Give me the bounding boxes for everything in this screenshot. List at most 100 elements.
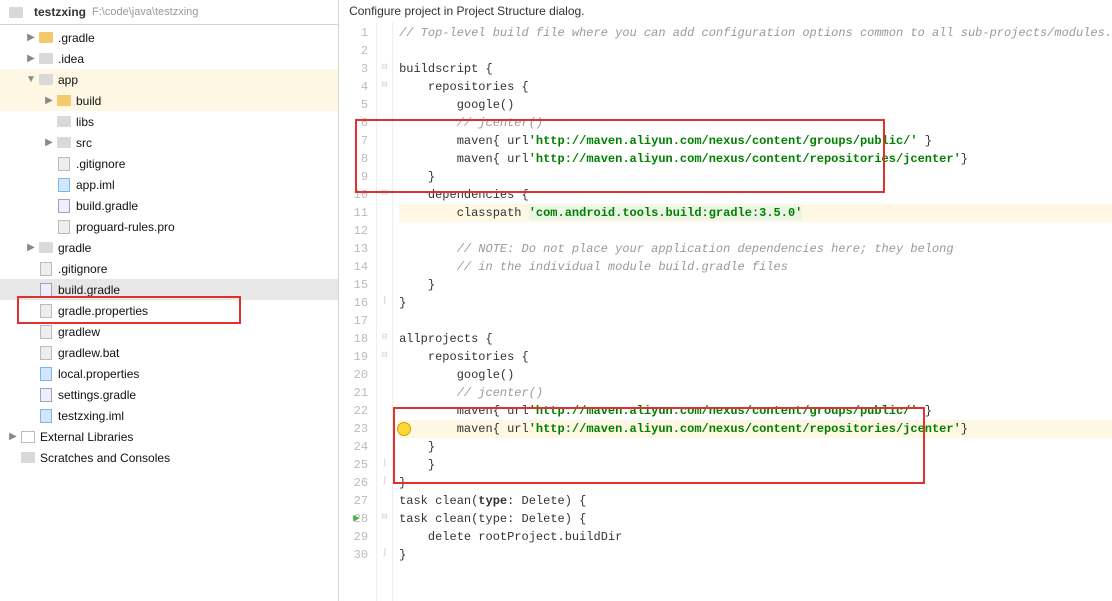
- tree-label: app.iml: [76, 178, 115, 192]
- tree-item[interactable]: ▶gradlew: [0, 321, 338, 342]
- code-line[interactable]: [399, 42, 1112, 60]
- tree-item[interactable]: ▶build: [0, 90, 338, 111]
- tree-item[interactable]: ▶build.gradle: [0, 279, 338, 300]
- chevron-right-icon[interactable]: ▶: [42, 137, 56, 148]
- code-line[interactable]: buildscript {: [399, 60, 1112, 78]
- tree-item[interactable]: ▶gradle.properties: [0, 300, 338, 321]
- tree-item[interactable]: ▶app.iml: [0, 174, 338, 195]
- sidebar-header: testzxing F:\code\java\testzxing: [0, 0, 338, 25]
- fold-marker[interactable]: ⌋: [377, 454, 392, 472]
- folder-icon: [8, 4, 24, 20]
- config-banner[interactable]: Configure project in Project Structure d…: [339, 0, 1112, 22]
- chevron-right-icon[interactable]: ▶: [24, 242, 38, 253]
- code-line[interactable]: maven{ url'http://maven.aliyun.com/nexus…: [399, 402, 1112, 420]
- code-line[interactable]: task clean(type: Delete) {: [399, 510, 1112, 528]
- tree-item[interactable]: ▶build.gradle: [0, 195, 338, 216]
- fold-marker[interactable]: ⌋: [377, 544, 392, 562]
- code-line[interactable]: // NOTE: Do not place your application d…: [399, 240, 1112, 258]
- code-line[interactable]: // Top-level build file where you can ad…: [399, 24, 1112, 42]
- fold-marker[interactable]: ⊟: [377, 76, 392, 94]
- fold-marker: [377, 418, 392, 436]
- library-icon: [20, 450, 36, 466]
- fold-marker[interactable]: ⊟: [377, 58, 392, 76]
- tree-item[interactable]: ▶src: [0, 132, 338, 153]
- code-line[interactable]: }: [399, 438, 1112, 456]
- code-line[interactable]: delete rootProject.buildDir: [399, 528, 1112, 546]
- fold-column[interactable]: ⊟⊟⊟⌋⊟⊟⌋⌋⊟⌋: [377, 22, 393, 601]
- fold-marker[interactable]: ⊟: [377, 328, 392, 346]
- code-line[interactable]: // jcenter(): [399, 114, 1112, 132]
- file-icon: [38, 303, 54, 319]
- tree-label: Scratches and Consoles: [40, 451, 170, 465]
- tree-label: .gitignore: [58, 262, 107, 276]
- chevron-down-icon[interactable]: ▼: [24, 74, 38, 85]
- code-line[interactable]: dependencies {: [399, 186, 1112, 204]
- code-line[interactable]: // jcenter(): [399, 384, 1112, 402]
- code-line[interactable]: maven{ url'http://maven.aliyun.com/nexus…: [399, 420, 1112, 438]
- tree-item[interactable]: ▼app: [0, 69, 338, 90]
- tree-item[interactable]: ▶local.properties: [0, 363, 338, 384]
- line-number: 17: [339, 312, 368, 330]
- tree-item[interactable]: ▶gradlew.bat: [0, 342, 338, 363]
- code-editor[interactable]: 1234567891011121314151617181920212223242…: [339, 22, 1112, 601]
- code-line[interactable]: repositories {: [399, 348, 1112, 366]
- chevron-right-icon[interactable]: ▶: [24, 53, 38, 64]
- code-line[interactable]: }: [399, 276, 1112, 294]
- code-line[interactable]: }: [399, 168, 1112, 186]
- code-line[interactable]: task clean(type: Delete) {: [399, 492, 1112, 510]
- tree-label: libs: [76, 115, 94, 129]
- code-line[interactable]: google(): [399, 96, 1112, 114]
- fold-marker: [377, 526, 392, 544]
- tree-item[interactable]: ▶.gradle: [0, 27, 338, 48]
- code-line[interactable]: google(): [399, 366, 1112, 384]
- line-number: 6: [339, 114, 368, 132]
- project-tree[interactable]: ▶.gradle▶.idea▼app▶build▶libs▶src▶.gitig…: [0, 25, 338, 601]
- fold-marker[interactable]: ⌋: [377, 472, 392, 490]
- code-line[interactable]: }: [399, 456, 1112, 474]
- code-line[interactable]: allprojects {: [399, 330, 1112, 348]
- code-line[interactable]: }: [399, 294, 1112, 312]
- line-number: 4: [339, 78, 368, 96]
- tree-item[interactable]: ▶proguard-rules.pro: [0, 216, 338, 237]
- code-line[interactable]: repositories {: [399, 78, 1112, 96]
- tree-item[interactable]: ▶.idea: [0, 48, 338, 69]
- code-line[interactable]: [399, 312, 1112, 330]
- external-libraries[interactable]: ▶External Libraries: [0, 426, 338, 447]
- scratches[interactable]: ▶Scratches and Consoles: [0, 447, 338, 468]
- tree-item[interactable]: ▶testzxing.iml: [0, 405, 338, 426]
- tree-item[interactable]: ▶libs: [0, 111, 338, 132]
- fold-marker: [377, 112, 392, 130]
- chevron-right-icon[interactable]: ▶: [24, 32, 38, 43]
- line-number: 10: [339, 186, 368, 204]
- project-sidebar: testzxing F:\code\java\testzxing ▶.gradl…: [0, 0, 339, 601]
- fold-marker[interactable]: ⊟: [377, 508, 392, 526]
- fold-marker: [377, 364, 392, 382]
- bulb-icon[interactable]: [397, 422, 411, 436]
- code-line[interactable]: [399, 222, 1112, 240]
- code-line[interactable]: }: [399, 474, 1112, 492]
- fold-marker[interactable]: ⊟: [377, 184, 392, 202]
- tree-item[interactable]: ▶.gitignore: [0, 258, 338, 279]
- tree-label: local.properties: [58, 367, 139, 381]
- run-icon[interactable]: ▶: [353, 511, 360, 525]
- fold-marker[interactable]: ⊟: [377, 346, 392, 364]
- code-area[interactable]: ▶ // Top-level build file where you can …: [393, 22, 1112, 601]
- fold-marker: [377, 490, 392, 508]
- fold-marker[interactable]: ⌋: [377, 292, 392, 310]
- code-line[interactable]: // in the individual module build.gradle…: [399, 258, 1112, 276]
- tree-item[interactable]: ▶settings.gradle: [0, 384, 338, 405]
- code-line[interactable]: maven{ url'http://maven.aliyun.com/nexus…: [399, 132, 1112, 150]
- fold-marker: [377, 238, 392, 256]
- code-line[interactable]: maven{ url'http://maven.aliyun.com/nexus…: [399, 150, 1112, 168]
- line-number: 23: [339, 420, 368, 438]
- chevron-right-icon[interactable]: ▶: [6, 431, 20, 442]
- code-line[interactable]: classpath 'com.android.tools.build:gradl…: [399, 204, 1112, 222]
- fold-marker: [377, 274, 392, 292]
- tree-item[interactable]: ▶gradle: [0, 237, 338, 258]
- tree-item[interactable]: ▶.gitignore: [0, 153, 338, 174]
- tree-label: testzxing.iml: [58, 409, 124, 423]
- tree-label: build.gradle: [58, 283, 120, 297]
- line-number: 29: [339, 528, 368, 546]
- code-line[interactable]: }: [399, 546, 1112, 564]
- chevron-right-icon[interactable]: ▶: [42, 95, 56, 106]
